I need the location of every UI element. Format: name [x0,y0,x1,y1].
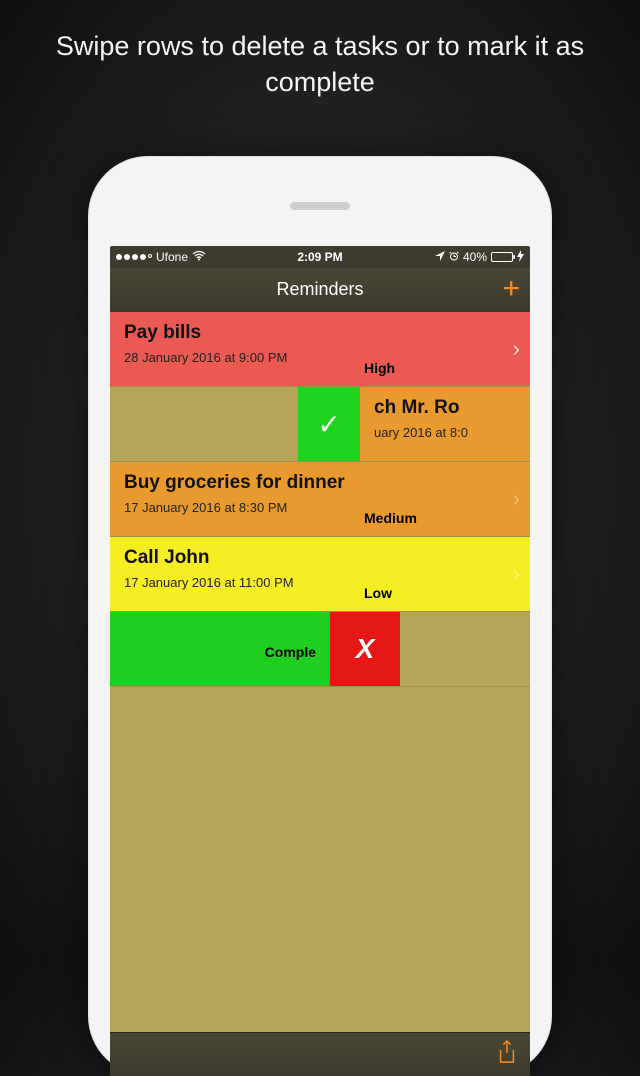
complete-button[interactable]: ✓ [298,387,360,461]
chevron-right-icon[interactable]: › [513,486,520,512]
reminder-title: Call John [124,547,516,569]
charging-icon [517,250,524,265]
wifi-icon [192,251,206,264]
reminder-date: 28 January 2016 at 9:00 PM [124,350,287,365]
delete-button[interactable]: X [330,612,400,686]
status-right: 40% [435,250,524,265]
reminder-row[interactable]: M Comple X [110,612,530,687]
battery-icon [491,252,513,262]
add-button[interactable]: + [502,274,520,304]
page-title: Reminders [276,279,363,300]
location-icon [435,250,445,264]
reminder-row[interactable]: Pay bills 28 January 2016 at 9:00 PM Hig… [110,312,530,387]
status-left: Ufone [116,250,206,264]
nav-bar: Reminders + [110,268,530,312]
signal-icon [116,254,152,260]
share-button[interactable] [496,1039,518,1070]
screen: Ufone 2:09 PM 40% Remin [110,246,530,1076]
reminder-status: Comple [265,644,316,660]
reminder-row[interactable]: Buy groceries for dinner 17 January 2016… [110,462,530,537]
reminder-priority: Low [364,585,392,601]
reminder-date: 17 January 2016 at 8:30 PM [124,500,287,515]
phone-frame: Ufone 2:09 PM 40% Remin [88,156,552,1076]
promo-caption: Swipe rows to delete a tasks or to mark … [0,0,640,119]
reminder-date: 17 January 2016 at 11:00 PM [124,575,294,590]
status-bar: Ufone 2:09 PM 40% [110,246,530,268]
reminder-row[interactable]: Call John 17 January 2016 at 11:00 PM Lo… [110,537,530,612]
reminders-list: Pay bills 28 January 2016 at 9:00 PM Hig… [110,312,530,687]
swipe-blank [400,612,530,686]
phone-speaker [290,202,350,210]
toolbar [110,1032,530,1076]
alarm-icon [449,250,459,264]
reminder-priority: High [364,360,395,376]
reminder-date: uary 2016 at 8:0 [374,425,468,440]
swipe-reveal-left: ✓ [110,387,360,461]
carrier-label: Ufone [156,250,188,264]
battery-pct: 40% [463,250,487,264]
reminder-title: Pay bills [124,322,516,344]
swipe-blank [110,387,298,461]
chevron-right-icon[interactable]: › [513,336,520,362]
reminder-row[interactable]: ✓ ch Mr. Ro uary 2016 at 8:0 [110,387,530,462]
reminder-title: Buy groceries for dinner [124,472,516,494]
chevron-right-icon[interactable]: › [513,561,520,587]
reminder-title: ch Mr. Ro [374,397,530,419]
reminder-priority: Medium [364,510,417,526]
swipe-reveal-right: X [330,612,530,686]
